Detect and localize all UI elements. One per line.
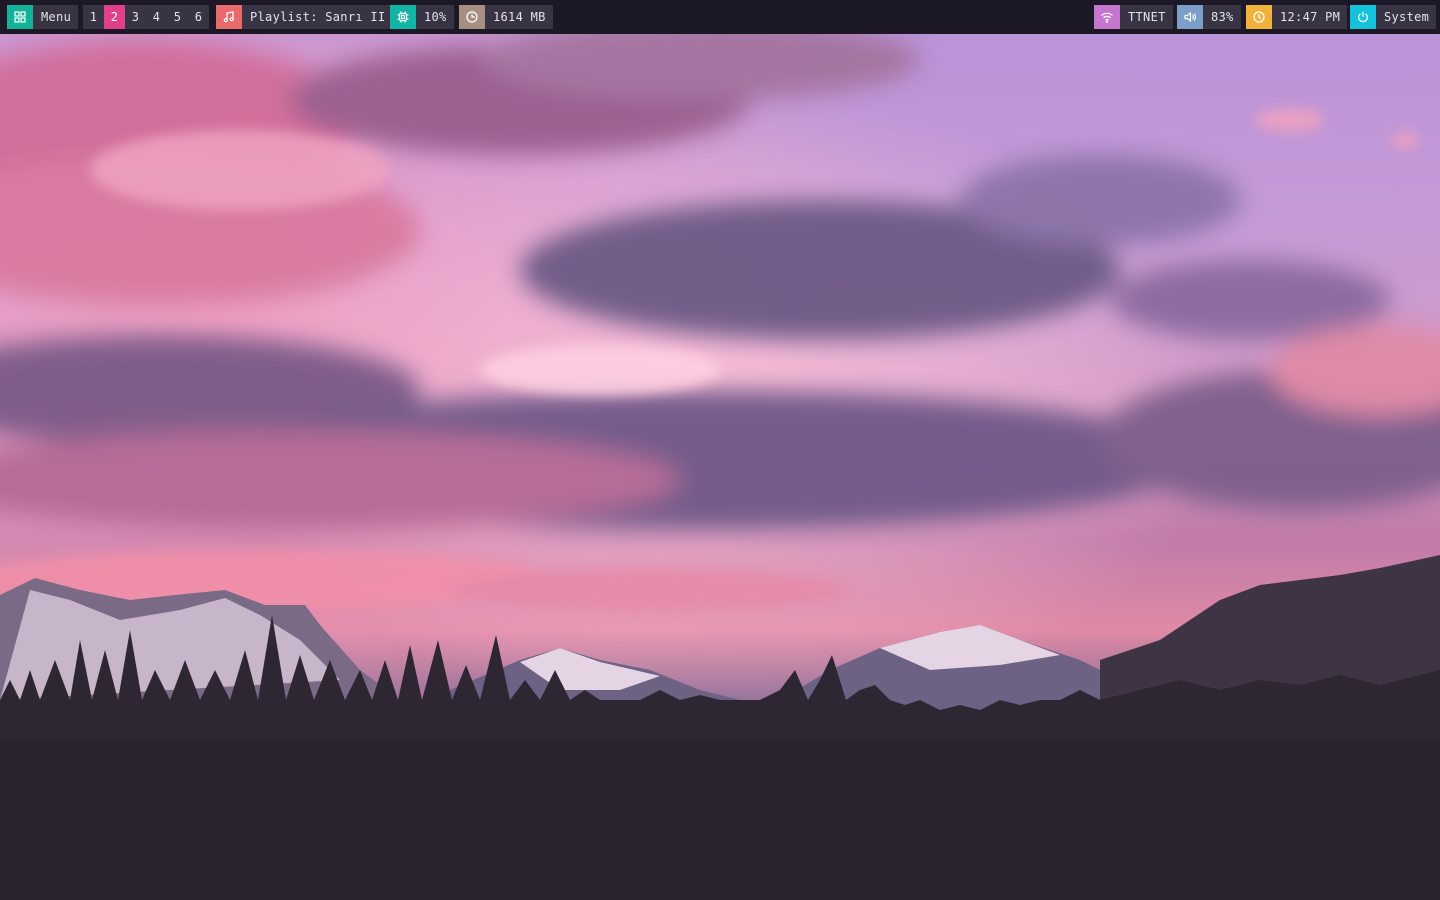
music-player-module[interactable]: Playlist: Sanrı II [216,5,393,29]
playlist-label: Playlist: Sanrı II [250,10,386,24]
clock-gauge-icon [459,5,485,29]
wifi-icon [1094,5,1120,29]
workspace-switcher: 1 2 3 4 5 6 [83,5,209,29]
system-label: System [1384,10,1430,24]
workspace-1[interactable]: 1 [83,5,104,29]
clock-icon [1246,5,1272,29]
volume-module[interactable]: 83% [1177,5,1241,29]
workspace-3[interactable]: 3 [125,5,146,29]
memory-usage-value: 1614 MB [493,10,546,24]
workspace-5[interactable]: 5 [167,5,188,29]
power-icon [1350,5,1376,29]
network-module[interactable]: TTNET [1094,5,1173,29]
clock-time: 12:47 PM [1280,10,1341,24]
workspace-4[interactable]: 4 [146,5,167,29]
grid-icon [7,5,33,29]
memory-module[interactable]: 1614 MB [459,5,553,29]
music-note-icon [216,5,242,29]
cpu-module[interactable]: 10% [390,5,454,29]
menu-button[interactable]: Menu [7,5,79,29]
network-name: TTNET [1128,10,1166,24]
menu-label: Menu [41,10,72,24]
system-button[interactable]: System [1350,5,1437,29]
status-bar: Menu 1 2 3 4 5 6 Playlist: Sanrı II 10% [0,0,1440,34]
volume-value: 83% [1211,10,1234,24]
cpu-chip-icon [390,5,416,29]
speaker-icon [1177,5,1203,29]
workspace-6[interactable]: 6 [188,5,209,29]
desktop-wallpaper [0,0,1440,900]
workspace-2-active[interactable]: 2 [104,5,125,29]
clock-module[interactable]: 12:47 PM [1246,5,1348,29]
cpu-usage-value: 10% [424,10,447,24]
